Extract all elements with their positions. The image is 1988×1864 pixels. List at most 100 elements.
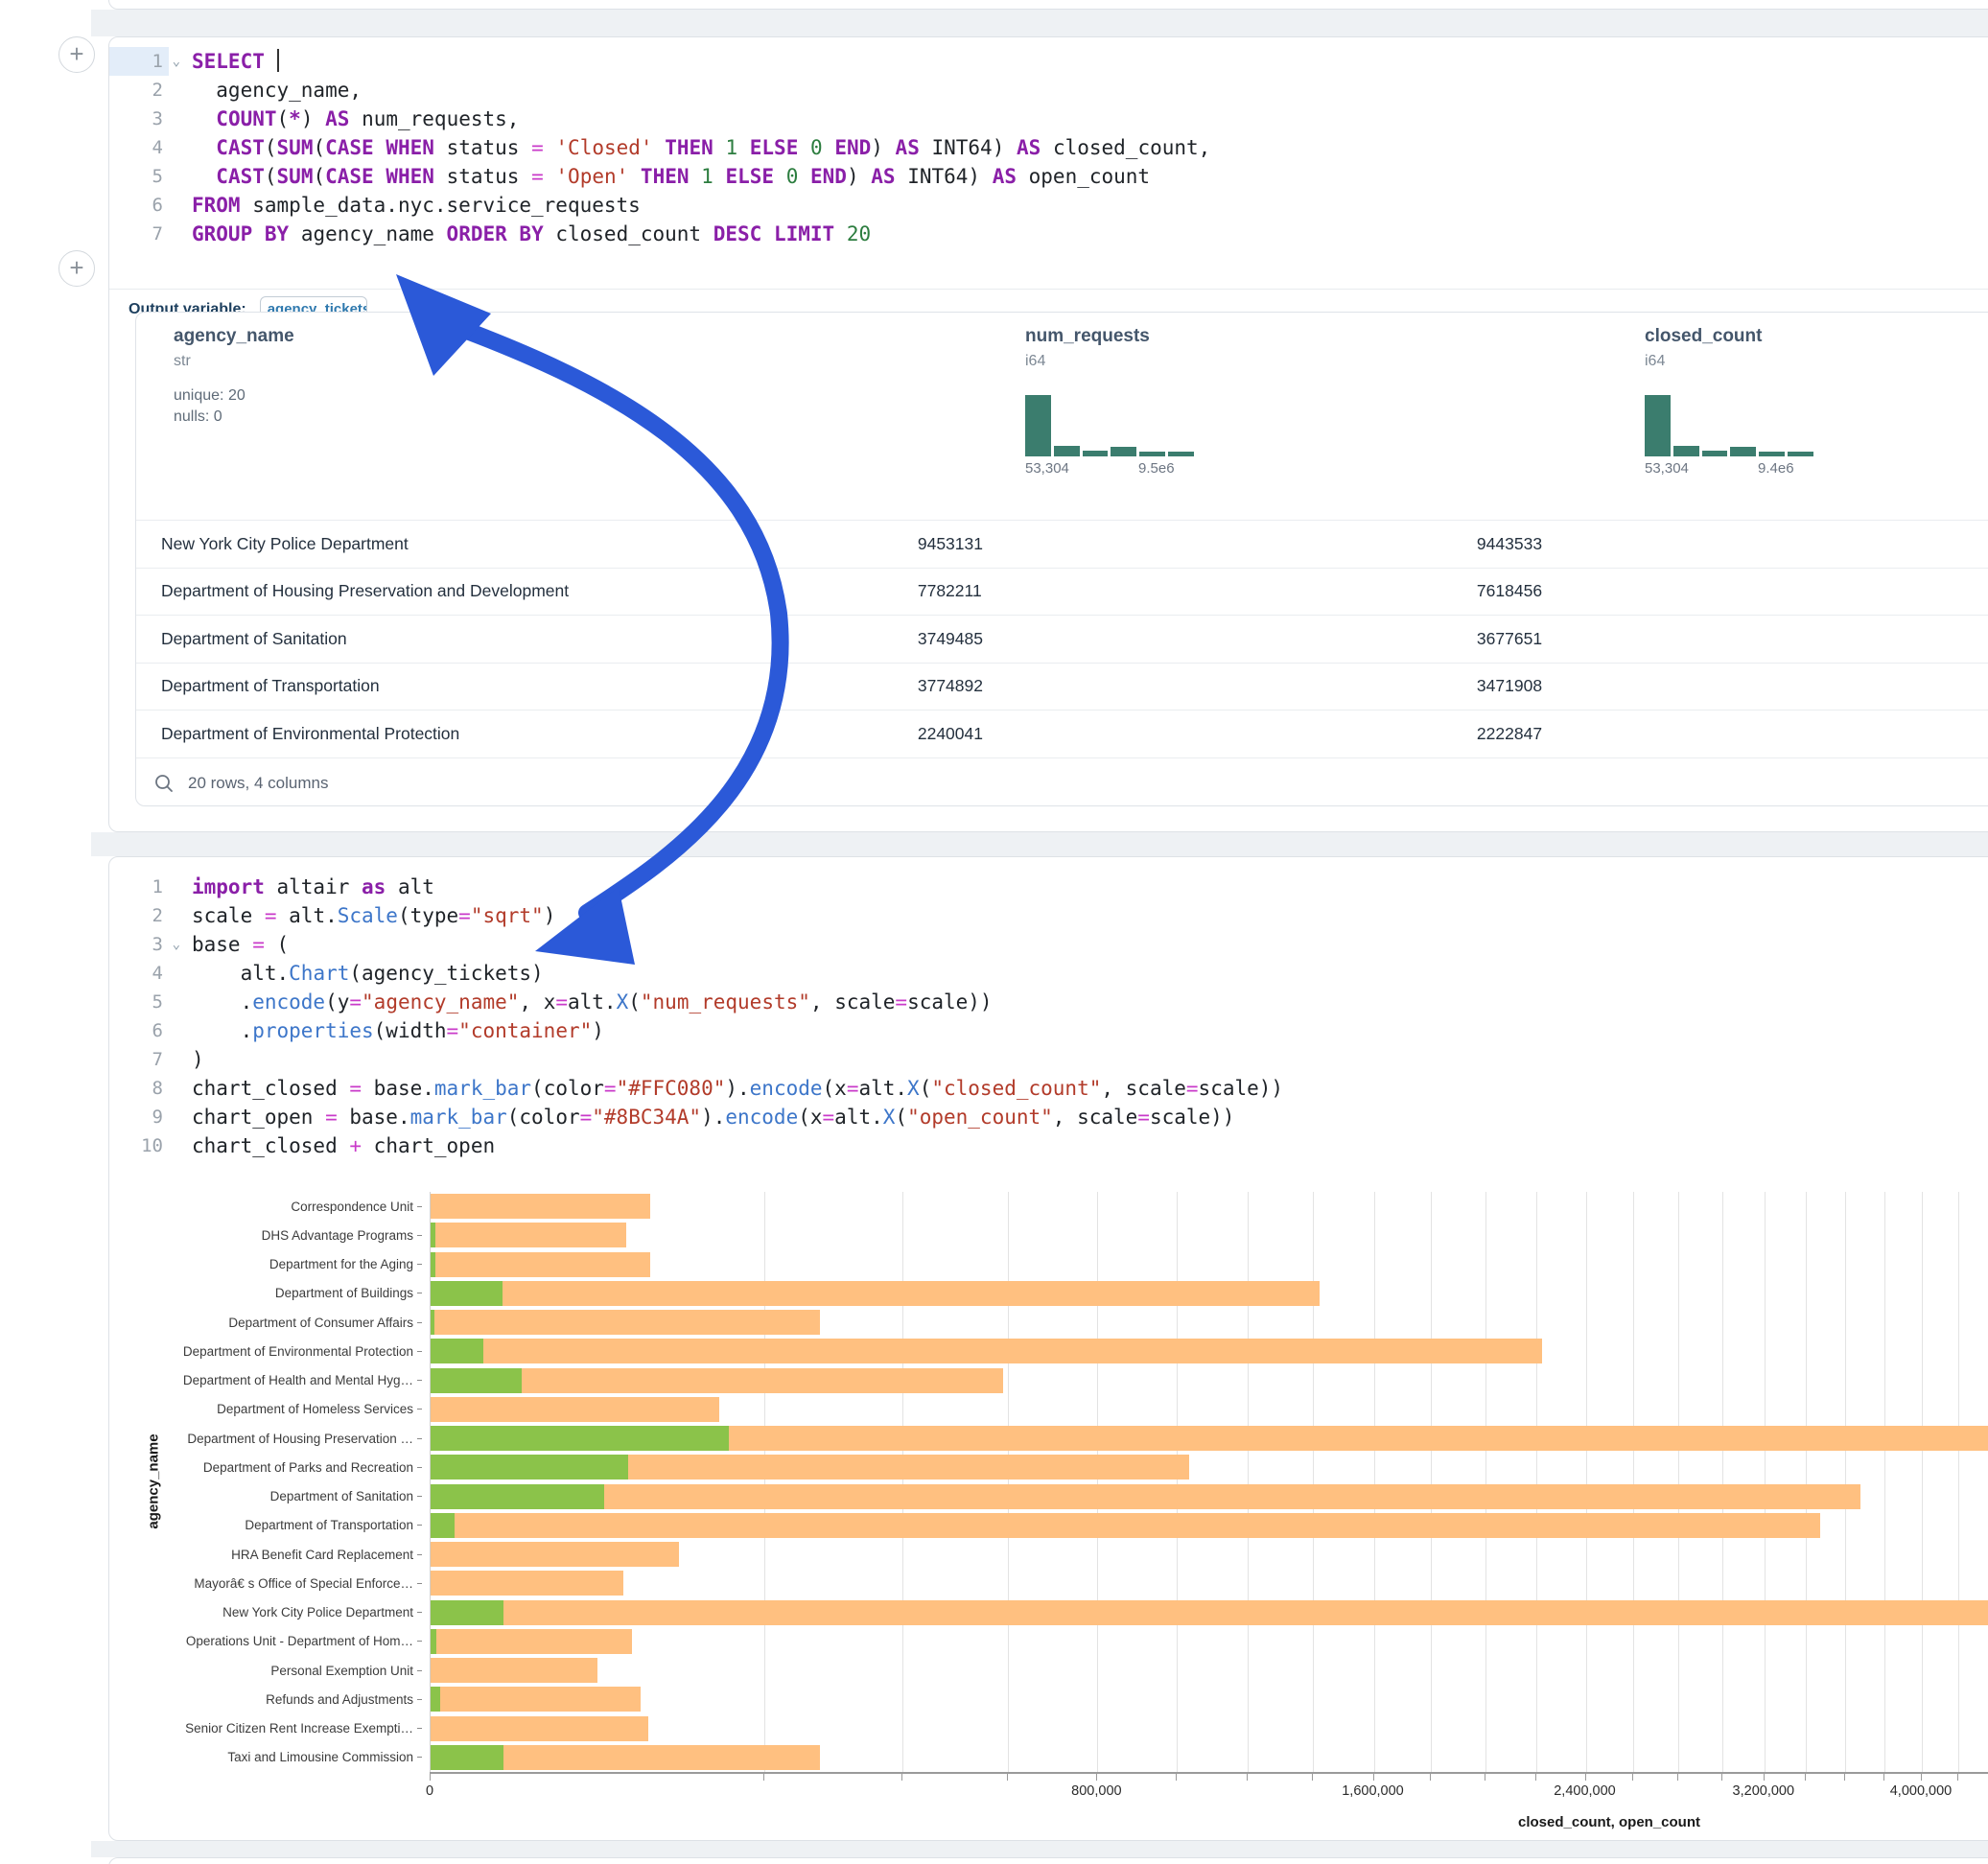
code-line[interactable]: 5 .encode(y="agency_name", x=alt.X("num_… (109, 988, 1988, 1016)
bar-open-count (431, 1687, 440, 1712)
column-dtype: str (174, 353, 294, 370)
bar-closed-count (431, 1339, 1542, 1363)
table-cell: New York City Police Department (136, 534, 918, 554)
code-text: chart_open = base.mark_bar(color="#8BC34… (169, 1103, 1234, 1131)
column-header-closed-count[interactable]: closed_count i64 53,304 9.4e6 (1645, 326, 1846, 477)
line-number: 9 (109, 1103, 169, 1131)
column-header-agency-name[interactable]: agency_name str unique: 20 nulls: 0 (174, 326, 294, 426)
table-cell: Department of Housing Preservation and D… (136, 581, 918, 601)
y-axis-label: Refunds and Adjustments (109, 1685, 422, 1713)
column-null-count: nulls: 0 (174, 408, 294, 426)
y-axis-label: Department of Housing Preservation … (109, 1424, 422, 1453)
table-header-row: agency_name str unique: 20 nulls: 0 num_… (136, 313, 1988, 520)
code-text: CAST(SUM(CASE WHEN status = 'Open' THEN … (169, 162, 1150, 191)
line-number: 1 (109, 873, 169, 901)
column-header-num-requests[interactable]: num_requests i64 53,304 9.5e6 (1025, 326, 1227, 477)
code-line[interactable]: 3 COUNT(*) AS num_requests, (109, 105, 1988, 133)
table-cell: 2222847 (1477, 724, 1988, 744)
bar-open-count (431, 1455, 628, 1480)
table-row: Department of Environmental Protection 22… (136, 710, 1988, 757)
column-unique-count: unique: 20 (174, 387, 294, 405)
bar-closed-count (431, 1513, 1820, 1538)
code-text: scale = alt.Scale(type="sqrt") (169, 901, 555, 930)
code-line[interactable]: 6FROM sample_data.nyc.service_requests (109, 191, 1988, 220)
gridline (1922, 1192, 1923, 1772)
code-line[interactable]: 4 alt.Chart(agency_tickets) (109, 959, 1988, 988)
code-line[interactable]: 2scale = alt.Scale(type="sqrt") (109, 901, 1988, 930)
code-line[interactable]: 8chart_closed = base.mark_bar(color="#FF… (109, 1074, 1988, 1103)
add-cell-button[interactable]: + (58, 36, 95, 73)
bar-closed-count (431, 1281, 1320, 1306)
fold-chevron-icon[interactable]: ⌄ (173, 930, 180, 959)
gridline (1177, 1192, 1178, 1772)
histogram-bar (1139, 452, 1165, 456)
x-axis-tick (1957, 1774, 1958, 1781)
code-line[interactable]: 5 CAST(SUM(CASE WHEN status = 'Open' THE… (109, 162, 1988, 191)
sql-code-editor[interactable]: 1⌄SELECT 2 agency_name,3 COUNT(*) AS num… (109, 47, 1988, 248)
table-row: New York City Police Department945313194… (136, 520, 1988, 568)
table-body: New York City Police Department945313194… (136, 520, 1988, 757)
line-number: 6 (109, 191, 169, 220)
code-text: chart_closed = base.mark_bar(color="#FFC… (169, 1074, 1283, 1103)
gridline (1633, 1192, 1634, 1772)
bar-closed-count (431, 1252, 650, 1277)
line-number: 5 (109, 988, 169, 1016)
code-line[interactable]: 9chart_open = base.mark_bar(color="#8BC3… (109, 1103, 1988, 1131)
code-text: COUNT(*) AS num_requests, (169, 105, 519, 133)
histogram-bar (1054, 446, 1080, 456)
x-axis-tick (763, 1774, 764, 1781)
gridline (1485, 1192, 1486, 1772)
bar-closed-count (431, 1542, 679, 1567)
code-text: .encode(y="agency_name", x=alt.X("num_re… (169, 988, 993, 1016)
code-line[interactable]: 10chart_closed + chart_open (109, 1131, 1988, 1160)
code-line[interactable]: 6 .properties(width="container") (109, 1016, 1988, 1045)
text-caret (277, 49, 279, 72)
table-cell: Department of Transportation (136, 676, 918, 696)
fold-chevron-icon[interactable]: ⌄ (173, 47, 180, 76)
table-cell: 3749485 (918, 629, 1477, 649)
bar-open-count (431, 1629, 436, 1654)
python-code-editor[interactable]: 1import altair as alt2scale = alt.Scale(… (109, 873, 1988, 1160)
x-axis-tick (1373, 1774, 1374, 1781)
bar-open-count (431, 1484, 604, 1509)
code-line[interactable]: 4 CAST(SUM(CASE WHEN status = 'Closed' T… (109, 133, 1988, 162)
x-axis-tick (901, 1774, 902, 1781)
table-footer: 20 rows, 4 columns (136, 757, 1988, 807)
gridline (1678, 1192, 1679, 1772)
y-axis-label: Department of Consumer Affairs (109, 1308, 422, 1337)
line-number: 2 (109, 901, 169, 930)
code-text: chart_closed + chart_open (169, 1131, 495, 1160)
x-axis-tick-label: 800,000 (1071, 1783, 1121, 1799)
code-line[interactable]: 7) (109, 1045, 1988, 1074)
x-axis-tick (1632, 1774, 1633, 1781)
add-cell-button[interactable]: + (58, 250, 95, 287)
y-axis-label: Department of Transportation (109, 1511, 422, 1540)
bar-open-count (431, 1513, 455, 1538)
bar-open-count (431, 1426, 729, 1451)
x-axis-tick-label: 4,000,000 (1890, 1783, 1953, 1799)
x-axis-tick (1764, 1774, 1765, 1781)
code-line[interactable]: 2 agency_name, (109, 76, 1988, 105)
code-line[interactable]: 1⌄SELECT (109, 47, 1988, 76)
line-number: 5 (109, 162, 169, 191)
gridline (1097, 1192, 1098, 1772)
histogram-bar (1788, 452, 1813, 456)
altair-chart-output: agency_name Correspondence UnitDHS Advan… (109, 1174, 1988, 1840)
code-line[interactable]: 3⌄base = ( (109, 930, 1988, 959)
search-icon[interactable] (153, 773, 175, 794)
y-axis-labels: Correspondence UnitDHS Advantage Program… (109, 1192, 422, 1772)
gridline (1008, 1192, 1009, 1772)
python-cell: 1import altair as alt2scale = alt.Scale(… (108, 856, 1988, 1841)
table-cell: Department of Environmental Protection (136, 724, 918, 744)
table-cell: Department of Sanitation (136, 629, 918, 649)
code-line[interactable]: 7GROUP BY agency_name ORDER BY closed_co… (109, 220, 1988, 248)
bar-open-count (431, 1745, 503, 1770)
bar-closed-count (431, 1194, 650, 1219)
column-title: closed_count (1645, 326, 1846, 347)
code-line[interactable]: 1import altair as alt (109, 873, 1988, 901)
code-text: FROM sample_data.nyc.service_requests (169, 191, 641, 220)
line-number: 1⌄ (109, 47, 169, 76)
y-axis-label: New York City Police Department (109, 1598, 422, 1627)
y-axis-label: Department of Health and Mental Hyg… (109, 1366, 422, 1395)
bar-closed-count (431, 1716, 648, 1741)
